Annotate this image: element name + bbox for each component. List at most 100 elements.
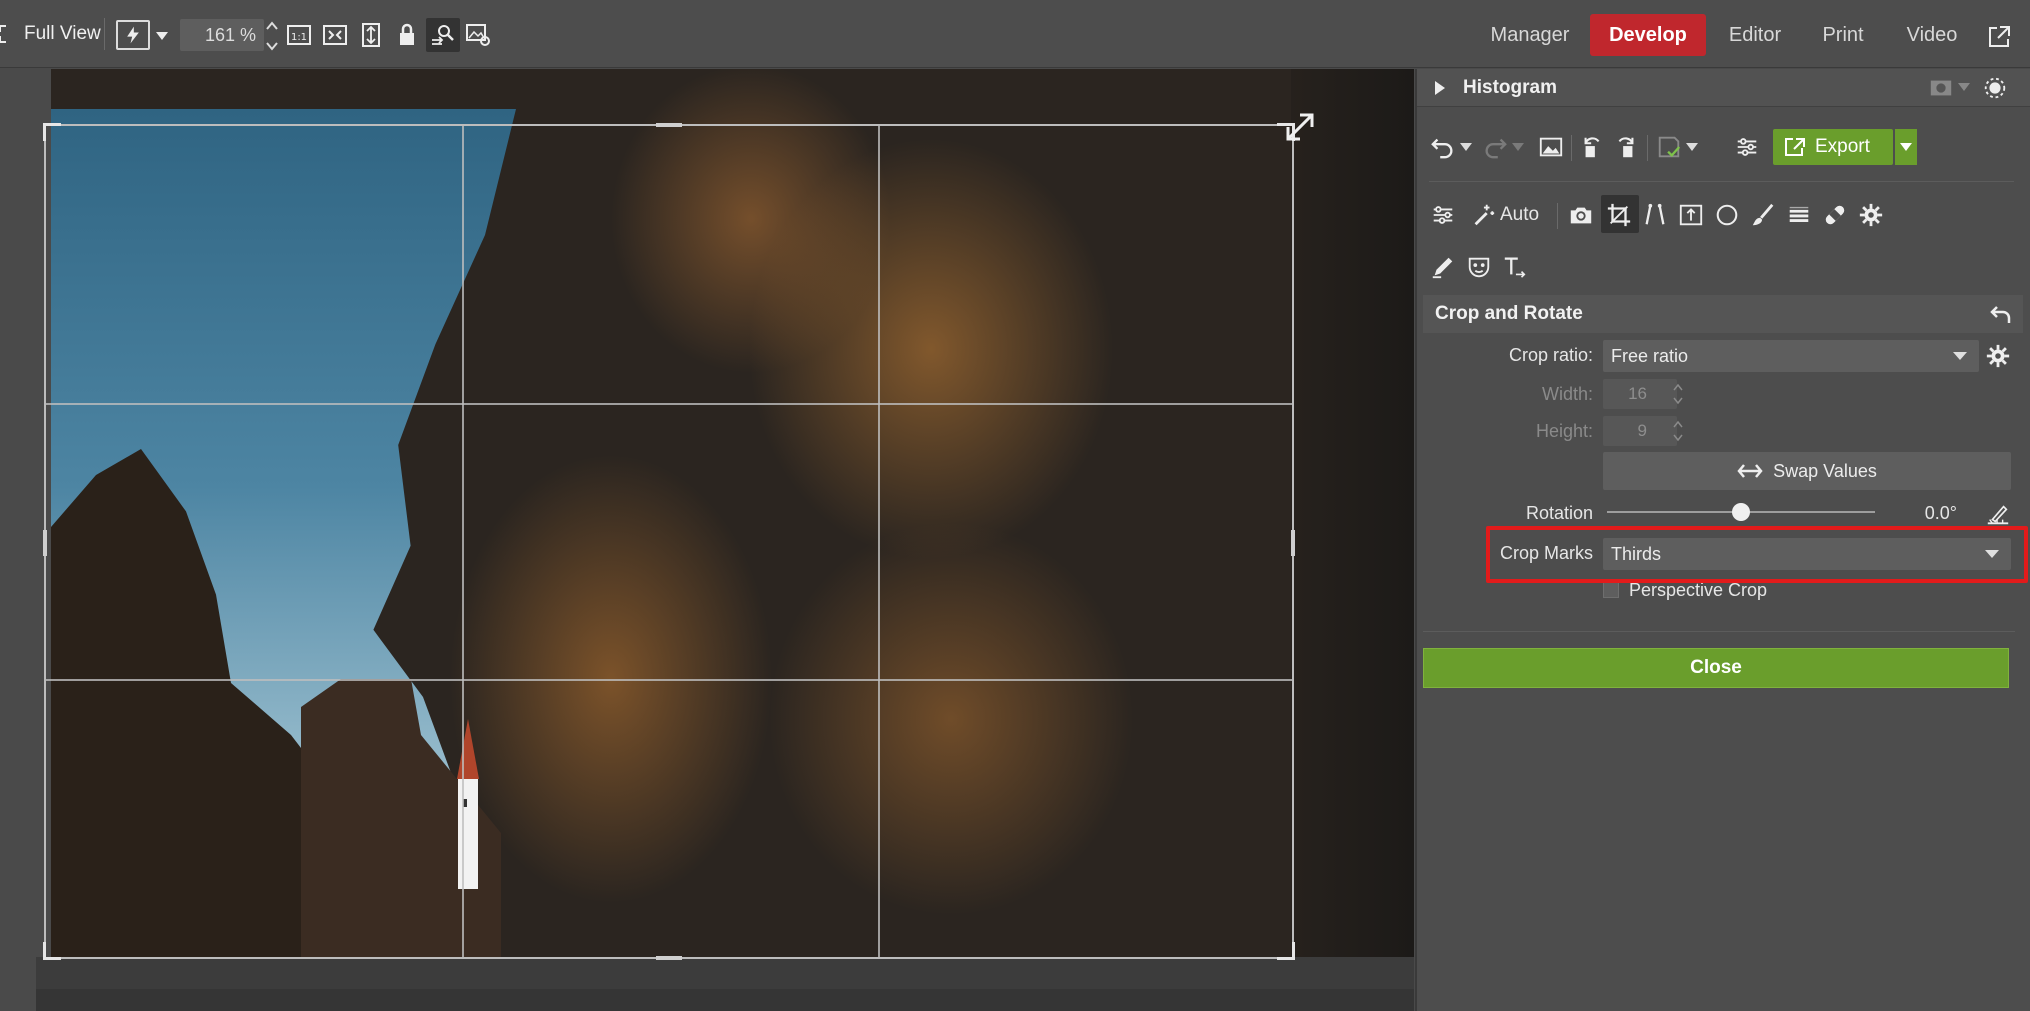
- adjustments-button[interactable]: [1731, 131, 1763, 163]
- height-stepper-icon[interactable]: [1673, 418, 1683, 444]
- nav-develop[interactable]: Develop: [1590, 14, 1706, 56]
- image-settings-button[interactable]: [462, 20, 494, 50]
- crop-ratio-select[interactable]: Free ratio: [1603, 340, 1979, 372]
- text-tool[interactable]: [1499, 251, 1531, 283]
- auto-tool[interactable]: [1467, 199, 1499, 231]
- histogram-settings-button[interactable]: [1981, 74, 2009, 102]
- toolbar-divider: [104, 18, 105, 50]
- crop-grid-line: [462, 126, 464, 957]
- crop-ratio-label: Crop ratio:: [1508, 345, 1593, 365]
- crop-edge-handle[interactable]: [656, 956, 682, 960]
- camera-tool[interactable]: [1565, 199, 1597, 231]
- crop-ratio-settings-button[interactable]: [1983, 341, 2013, 371]
- external-window-button[interactable]: [1984, 22, 2014, 52]
- zoom-stepper[interactable]: [264, 21, 280, 51]
- gradient-filter-tool[interactable]: [1783, 199, 1815, 231]
- lightning-icon: [127, 26, 139, 44]
- caret-down-icon: [1512, 143, 1524, 151]
- straighten-tool-button[interactable]: [1983, 499, 2013, 529]
- save-dropdown[interactable]: [1685, 141, 1699, 153]
- auto-enhance-dropdown[interactable]: [152, 28, 172, 44]
- fit-height-button[interactable]: [356, 20, 386, 50]
- caret-down-icon: [156, 32, 168, 40]
- image-icon: [1539, 137, 1563, 157]
- caret-down-icon: [1900, 143, 1912, 151]
- eraser-tool[interactable]: [1427, 251, 1459, 283]
- reset-arrow-icon[interactable]: [1989, 303, 2013, 325]
- crop-edge-handle[interactable]: [43, 530, 47, 556]
- undo-button[interactable]: [1427, 131, 1459, 163]
- healing-tool[interactable]: [1819, 199, 1851, 231]
- rotation-value[interactable]: 0.0°: [1887, 503, 1957, 524]
- zoom-input[interactable]: 161 %: [180, 19, 264, 51]
- brush-tool[interactable]: [1747, 199, 1779, 231]
- crop-grid-line: [46, 679, 1292, 681]
- undo-dropdown[interactable]: [1459, 141, 1473, 153]
- crop-corner-handle[interactable]: [43, 123, 61, 141]
- basic-adjustments-tool[interactable]: [1427, 199, 1459, 231]
- lock-zoom-button[interactable]: [392, 20, 422, 50]
- height-input[interactable]: 9: [1603, 416, 1677, 446]
- histogram-header[interactable]: Histogram: [1417, 69, 2030, 107]
- histogram-mode-button[interactable]: [1927, 75, 1955, 101]
- close-button[interactable]: Close: [1423, 648, 2009, 688]
- top-toolbar: Full View 161 % 1:1 Manager Develop Edit…: [0, 0, 2030, 68]
- auto-tool-label[interactable]: Auto: [1500, 204, 1539, 226]
- face-tool[interactable]: [1463, 251, 1495, 283]
- crop-tool[interactable]: [1603, 199, 1635, 231]
- perspective-crop-label[interactable]: Perspective Crop: [1629, 580, 1767, 601]
- export-button[interactable]: Export: [1773, 129, 1893, 165]
- crop-rotate-header[interactable]: Crop and Rotate: [1423, 295, 2023, 333]
- swap-arrows-icon: [1737, 464, 1763, 478]
- redo-dropdown[interactable]: [1511, 141, 1525, 153]
- nav-editor[interactable]: Editor: [1714, 14, 1796, 56]
- crop-frame[interactable]: [43, 123, 1295, 960]
- save-button[interactable]: [1653, 131, 1685, 163]
- magic-wand-icon: [1474, 204, 1495, 226]
- crop-corner-handle[interactable]: [1277, 942, 1295, 960]
- rotation-label: Rotation: [1525, 503, 1593, 523]
- histogram-mode-dropdown[interactable]: [1957, 81, 1971, 93]
- rotate-right-button[interactable]: [1609, 131, 1641, 163]
- bandage-icon: [1825, 205, 1845, 225]
- frame-expand-icon: [1679, 204, 1703, 226]
- full-view-label: Full View: [24, 23, 101, 44]
- resize-arrow-icon[interactable]: [1280, 107, 1320, 147]
- photo-canvas[interactable]: [0, 69, 1414, 1011]
- lock-icon: [400, 23, 414, 45]
- width-stepper-icon[interactable]: [1673, 381, 1683, 407]
- compare-zoom-button[interactable]: [426, 18, 460, 52]
- crop-edge-handle[interactable]: [1291, 530, 1295, 556]
- zoom-1to1-button[interactable]: 1:1: [284, 20, 314, 50]
- full-view-button[interactable]: Full View: [0, 14, 101, 54]
- perspective-crop-checkbox[interactable]: [1603, 582, 1619, 598]
- swap-values-label: Swap Values: [1773, 460, 1877, 481]
- panel-divider: [1429, 181, 2014, 182]
- canvas-bottom-strip-dark: [36, 989, 1414, 1011]
- rotate-left-button[interactable]: [1577, 131, 1609, 163]
- radial-filter-tool[interactable]: [1711, 199, 1743, 231]
- canvas-tool[interactable]: [1675, 199, 1707, 231]
- auto-enhance-button[interactable]: [116, 20, 150, 50]
- perspective-tool[interactable]: [1639, 199, 1671, 231]
- svg-text:1:1: 1:1: [291, 32, 307, 43]
- section-title: Crop and Rotate: [1435, 303, 1583, 324]
- fit-height-icon: [362, 23, 380, 47]
- crop-edge-handle[interactable]: [656, 123, 682, 127]
- width-input[interactable]: 16: [1603, 379, 1677, 409]
- nav-print[interactable]: Print: [1806, 14, 1880, 56]
- image-gear-icon: [466, 24, 490, 46]
- redo-button[interactable]: [1479, 131, 1511, 163]
- toolbar-divider: [1557, 203, 1558, 229]
- nav-video[interactable]: Video: [1892, 14, 1972, 56]
- tool-settings[interactable]: [1855, 199, 1887, 231]
- caret-down-icon: [1953, 352, 1967, 360]
- original-image-button[interactable]: [1535, 131, 1567, 163]
- export-dropdown[interactable]: [1895, 129, 1917, 165]
- nav-manager[interactable]: Manager: [1478, 14, 1582, 56]
- caret-down-icon: [1460, 143, 1472, 151]
- crop-corner-handle[interactable]: [43, 942, 61, 960]
- swap-values-button[interactable]: Swap Values: [1603, 452, 2011, 490]
- fit-to-screen-button[interactable]: [320, 20, 350, 50]
- rotation-slider-thumb[interactable]: [1732, 503, 1750, 521]
